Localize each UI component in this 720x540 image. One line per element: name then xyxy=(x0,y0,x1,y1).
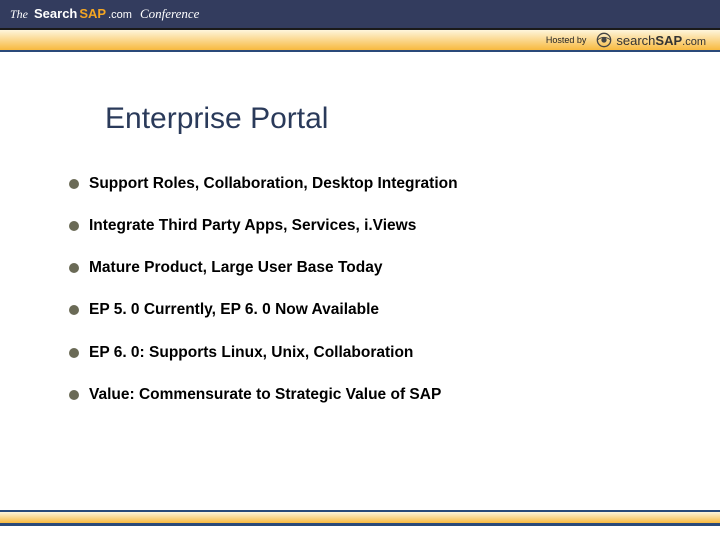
bullet-icon xyxy=(69,221,79,231)
bullet-text: Support Roles, Collaboration, Desktop In… xyxy=(89,174,458,194)
list-item: Integrate Third Party Apps, Services, i.… xyxy=(69,216,660,236)
list-item: EP 6. 0: Supports Linux, Unix, Collabora… xyxy=(69,343,660,363)
bullet-text: Value: Commensurate to Strategic Value o… xyxy=(89,385,441,405)
list-item: Mature Product, Large User Base Today xyxy=(69,258,660,278)
logo-sap-word: SAP xyxy=(655,33,682,48)
bullet-list: Support Roles, Collaboration, Desktop In… xyxy=(69,174,660,405)
eye-icon xyxy=(596,32,612,48)
slide-title: Enterprise Portal xyxy=(105,102,660,136)
list-item: Value: Commensurate to Strategic Value o… xyxy=(69,385,660,405)
header-com: .com xyxy=(108,9,132,21)
sponsor-logo: searchSAP.com xyxy=(596,32,706,48)
bullet-text: Integrate Third Party Apps, Services, i.… xyxy=(89,216,416,236)
bullet-text: EP 5. 0 Currently, EP 6. 0 Now Available xyxy=(89,300,379,320)
gold-band-top: Hosted by searchSAP.com xyxy=(0,28,720,52)
bullet-text: Mature Product, Large User Base Today xyxy=(89,258,382,278)
bullet-icon xyxy=(69,179,79,189)
slide-content: Enterprise Portal Support Roles, Collabo… xyxy=(0,52,720,405)
bullet-text: EP 6. 0: Supports Linux, Unix, Collabora… xyxy=(89,343,413,363)
sponsor-logo-text: searchSAP.com xyxy=(616,33,706,48)
bullet-icon xyxy=(69,263,79,273)
gold-band-bottom xyxy=(0,510,720,526)
list-item: Support Roles, Collaboration, Desktop In… xyxy=(69,174,660,194)
header-conference-word: Conference xyxy=(140,6,199,22)
bullet-icon xyxy=(69,390,79,400)
header-branding: The SearchSAP.com Conference xyxy=(10,6,199,22)
bullet-icon xyxy=(69,348,79,358)
bullet-icon xyxy=(69,305,79,315)
logo-com: .com xyxy=(682,36,706,48)
header-bar: The SearchSAP.com Conference xyxy=(0,0,720,28)
list-item: EP 5. 0 Currently, EP 6. 0 Now Available xyxy=(69,300,660,320)
logo-search-word: search xyxy=(616,33,655,48)
header-sap-word: SAP xyxy=(79,6,106,21)
header-search-word: Search xyxy=(34,6,77,21)
header-the: The xyxy=(10,7,28,22)
hosted-by-label: Hosted by xyxy=(546,35,587,45)
